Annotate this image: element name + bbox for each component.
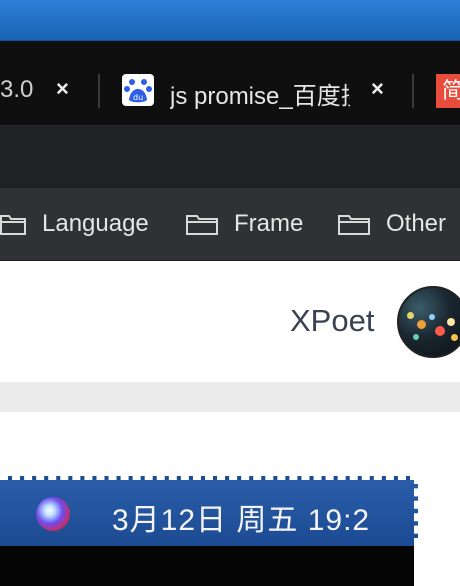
folder-icon [186,215,218,235]
tab-separator [412,74,414,108]
tab-title-1[interactable]: 3.0 [0,76,33,104]
address-toolbar [0,125,460,189]
bookmark-folder-language[interactable]: Language [0,210,160,240]
bookmark-label: Other [386,210,447,237]
siri-icon[interactable] [36,497,70,531]
tab-favicon-3[interactable]: 简 [436,74,460,108]
bookmark-folder-other[interactable]: Other [338,210,460,240]
folder-icon [338,215,370,235]
page-header [0,262,460,382]
folder-icon [0,215,26,235]
dark-area [0,546,414,586]
bookmark-label: Frame [234,210,304,237]
tab-close-button-1[interactable]: × [56,76,69,102]
svg-text:du: du [133,93,143,102]
tab-separator [98,74,100,108]
tab-close-button-2[interactable]: × [371,76,384,102]
bookmark-label: Language [42,210,149,237]
bookmark-folder-frame[interactable]: Frame [186,210,316,240]
os-top-bar [0,0,460,41]
avatar[interactable] [397,286,460,358]
username[interactable]: XPoet [290,303,374,339]
tab-title-2[interactable]: js promise_百度搜 [170,76,350,111]
section-divider [0,382,460,412]
menubar-clock[interactable]: 3月12日 周五 19:2 [112,495,370,539]
baidu-favicon-icon: du [122,74,154,106]
